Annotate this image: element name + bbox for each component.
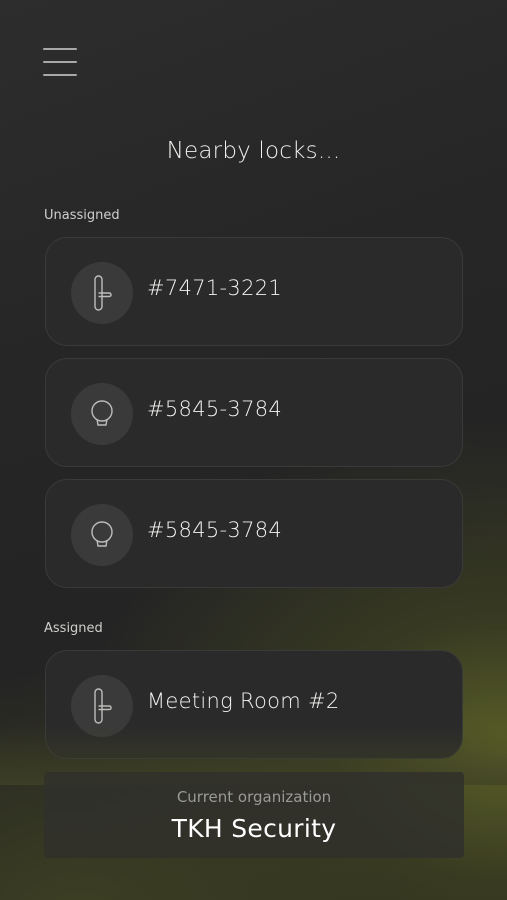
lock-card[interactable]: #7471-3221	[45, 237, 463, 346]
section-label-unassigned: Unassigned	[44, 208, 120, 223]
lock-icon-circle	[71, 262, 133, 324]
organization-switcher[interactable]: Current organization TKH Security	[44, 772, 464, 858]
lock-card[interactable]: #5845-3784	[45, 479, 463, 588]
door-handle-icon	[94, 688, 112, 724]
section-label-assigned: Assigned	[44, 621, 103, 636]
lock-name: #5845-3784	[147, 518, 283, 542]
organization-caption: Current organization	[176, 788, 332, 806]
lock-icon-circle	[71, 504, 133, 566]
lock-name: #7471-3221	[147, 276, 283, 300]
door-handle-icon	[94, 275, 112, 311]
organization-name: TKH Security	[171, 814, 337, 843]
lock-card[interactable]: Meeting Room #2	[45, 650, 463, 759]
page-title: Nearby locks...	[166, 138, 341, 164]
round-knob-icon	[91, 400, 113, 426]
hamburger-menu-icon-line	[43, 61, 77, 63]
hamburger-menu-icon	[43, 48, 77, 50]
menu-button[interactable]	[43, 48, 77, 76]
round-knob-icon	[91, 521, 113, 547]
lock-icon-circle	[71, 383, 133, 445]
lock-name: #5845-3784	[147, 397, 283, 421]
lock-name: Meeting Room #2	[147, 689, 340, 713]
lock-icon-circle	[71, 675, 133, 737]
lock-card[interactable]: #5845-3784	[45, 358, 463, 467]
hamburger-menu-icon-line	[43, 74, 77, 76]
